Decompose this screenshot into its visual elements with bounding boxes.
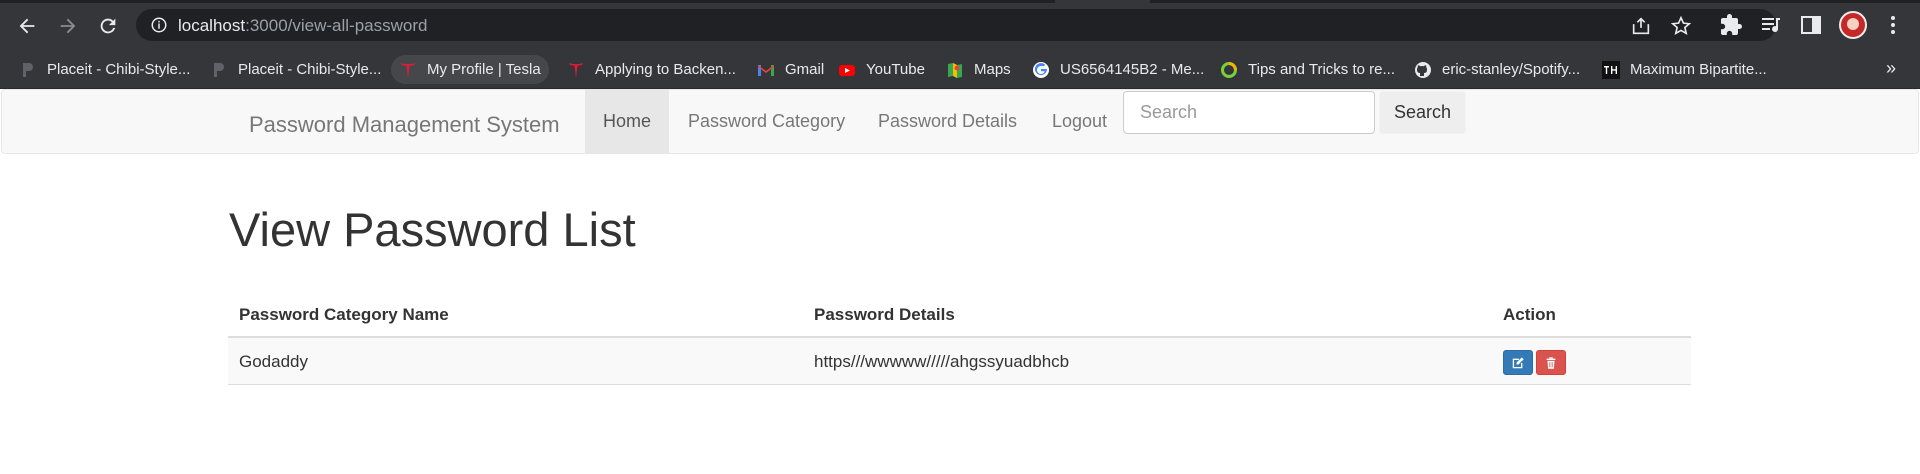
placeit-icon [19,61,37,79]
bookmark-label: Placeit - Chibi-Style... [47,61,191,78]
nav-home[interactable]: Home [585,90,670,153]
bookmark-label: Applying to Backen... [595,61,736,78]
bookmarks-bar: Placeit - Chibi-Style... Placeit - Chibi… [0,50,1920,89]
delete-button[interactable] [1536,350,1566,375]
bookmark-item[interactable]: Applying to Backen... [559,55,744,84]
edit-button[interactable] [1503,350,1533,375]
placeit-icon [210,61,228,79]
bookmark-label: YouTube [866,61,925,78]
bookmark-item[interactable]: Maximum Bipartite... [1594,55,1775,84]
reload-icon [100,18,116,34]
bookmark-item[interactable]: eric-stanley/Spotify... [1406,55,1588,84]
back-button[interactable] [13,12,41,40]
browser-toolbar: localhost:3000/view-all-password [0,0,1920,50]
profile-avatar[interactable] [1839,11,1867,39]
url-path: :3000/view-all-password [245,16,428,35]
extensions-icon[interactable] [1719,13,1743,37]
bookmark-label: Tips and Tricks to re... [1248,61,1395,78]
info-icon[interactable] [150,16,168,34]
media-queue-icon[interactable] [1759,13,1783,37]
forward-button[interactable] [54,12,82,40]
tesla-icon [399,61,417,79]
search-input[interactable] [1123,91,1375,134]
trash-icon [1546,356,1556,369]
url-host: localhost [178,16,246,35]
tab-strip-edge [0,0,1055,3]
bookmarks-overflow-button[interactable]: » [1886,58,1896,79]
search-button[interactable]: Search [1379,91,1466,134]
bookmark-label: Maximum Bipartite... [1630,61,1767,78]
edit-icon [1512,356,1524,368]
nav-password-details[interactable]: Password Details [860,90,1035,153]
gmail-icon [757,61,775,79]
bookmark-item[interactable]: Tips and Tricks to re... [1212,55,1403,84]
column-header-action: Action [1503,305,1556,324]
column-header-category: Password Category Name [239,305,449,324]
bookmark-item[interactable]: Placeit - Chibi-Style... [11,55,198,84]
bookmark-item[interactable]: Maps [938,55,1019,84]
address-bar[interactable]: localhost:3000/view-all-password [136,9,1776,41]
bookmark-item[interactable]: My Profile | Tesla [391,55,549,84]
bookmark-item[interactable]: Placeit - Chibi-Style... [202,55,389,84]
github-icon [1414,61,1432,79]
bookmark-label: eric-stanley/Spotify... [1442,61,1581,78]
arrow-left-icon [19,18,35,34]
bookmark-label: My Profile | Tesla [427,61,541,78]
bookmark-label: Maps [974,61,1011,78]
cell-category: Godaddy [239,352,308,371]
bookmark-item[interactable]: Gmail [749,55,832,84]
table-header: Password Category Name Password Details … [228,290,1691,338]
bookmark-label: Placeit - Chibi-Style... [238,61,382,78]
tab-strip-edge [1150,0,1920,3]
table-row: Godaddy https///wwwww/////ahgssyuadbhcb [228,338,1691,385]
ring-icon [1220,61,1238,79]
column-header-details: Password Details [814,305,955,324]
brand-link[interactable]: Password Management System [249,112,560,138]
url-text[interactable]: localhost:3000/view-all-password [178,16,427,36]
password-table: Password Category Name Password Details … [228,290,1691,385]
bookmark-item[interactable]: US6564145B2 - Me... [1024,55,1212,84]
th-icon [1602,60,1620,79]
maps-icon [946,61,964,79]
google-icon [1032,61,1050,79]
tesla-icon [567,61,585,79]
more-menu-icon[interactable] [1881,13,1905,37]
reload-button[interactable] [94,12,122,40]
bookmark-label: Gmail [785,61,825,78]
page-title: View Password List [229,203,636,256]
youtube-icon [838,61,856,79]
star-icon[interactable] [1670,15,1692,37]
top-navbar: Password Management System Home Password… [1,89,1919,154]
share-icon[interactable] [1630,15,1652,37]
side-panel-icon[interactable] [1799,13,1823,37]
arrow-right-icon [60,18,76,34]
bookmark-item[interactable]: YouTube [830,55,933,84]
nav-password-category[interactable]: Password Category [670,90,863,153]
bookmark-label: US6564145B2 - Me... [1060,61,1205,78]
nav-logout[interactable]: Logout [1034,90,1125,153]
cell-details: https///wwwww/////ahgssyuadbhcb [814,352,1070,371]
